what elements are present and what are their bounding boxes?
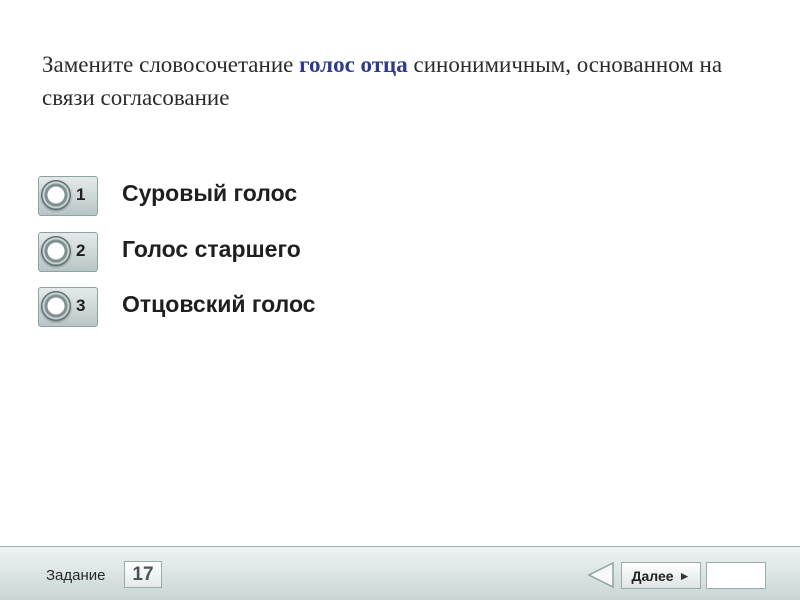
next-button[interactable]: Далее ► [621,562,701,589]
task-label: Задание [46,567,106,584]
empty-box [706,562,766,589]
next-button-label: Далее [631,567,674,584]
radio-button-icon[interactable] [41,236,71,266]
option-number: 3 [76,296,86,315]
back-arrow-icon[interactable] [586,561,616,589]
option-number: 1 [76,185,86,204]
bottom-navigation-bar: Задание 17 Далее ► [0,546,800,600]
option-number: 2 [76,241,86,260]
option-text[interactable]: Суровый голос [122,180,297,207]
question-text-start: Замените словосочетание [42,52,300,77]
radio-button-icon[interactable] [41,180,71,210]
answer-option-2[interactable]: 2 Голос старшего [38,232,458,272]
task-number: 17 [124,561,162,588]
answer-option-1[interactable]: 1 Суровый голос [38,176,458,216]
play-arrow-icon: ► [678,568,691,583]
question-text: Замените словосочетание голос отца синон… [42,48,742,114]
option-text[interactable]: Голос старшего [122,236,301,263]
radio-button-icon[interactable] [41,291,71,321]
question-highlight: голос отца [299,52,408,77]
answer-option-3[interactable]: 3 Отцовский голос [38,287,458,327]
option-text[interactable]: Отцовский голос [122,291,315,318]
